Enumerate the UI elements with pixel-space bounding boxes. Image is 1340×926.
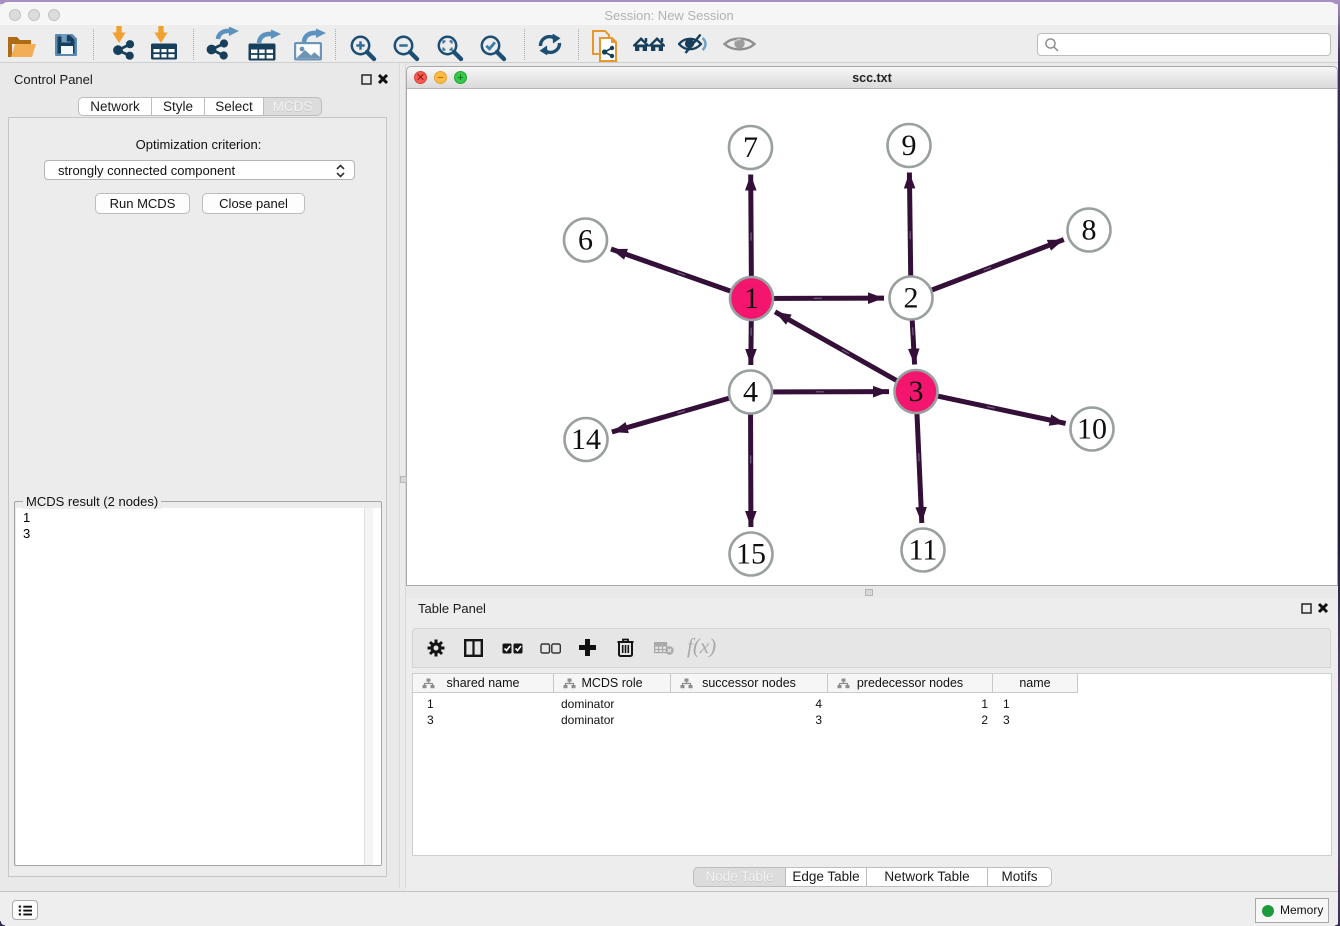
svg-text:8: 8	[1082, 214, 1097, 247]
svg-text:11: 11	[909, 534, 938, 567]
svg-text:3: 3	[909, 375, 924, 408]
svg-text:9: 9	[902, 129, 917, 162]
svg-text:7: 7	[743, 131, 758, 164]
svg-text:1: 1	[744, 282, 759, 315]
svg-text:15: 15	[736, 538, 766, 571]
svg-text:10: 10	[1077, 413, 1107, 446]
svg-text:4: 4	[743, 376, 758, 409]
svg-text:14: 14	[571, 423, 601, 456]
svg-text:2: 2	[904, 282, 919, 315]
svg-text:6: 6	[578, 224, 593, 257]
